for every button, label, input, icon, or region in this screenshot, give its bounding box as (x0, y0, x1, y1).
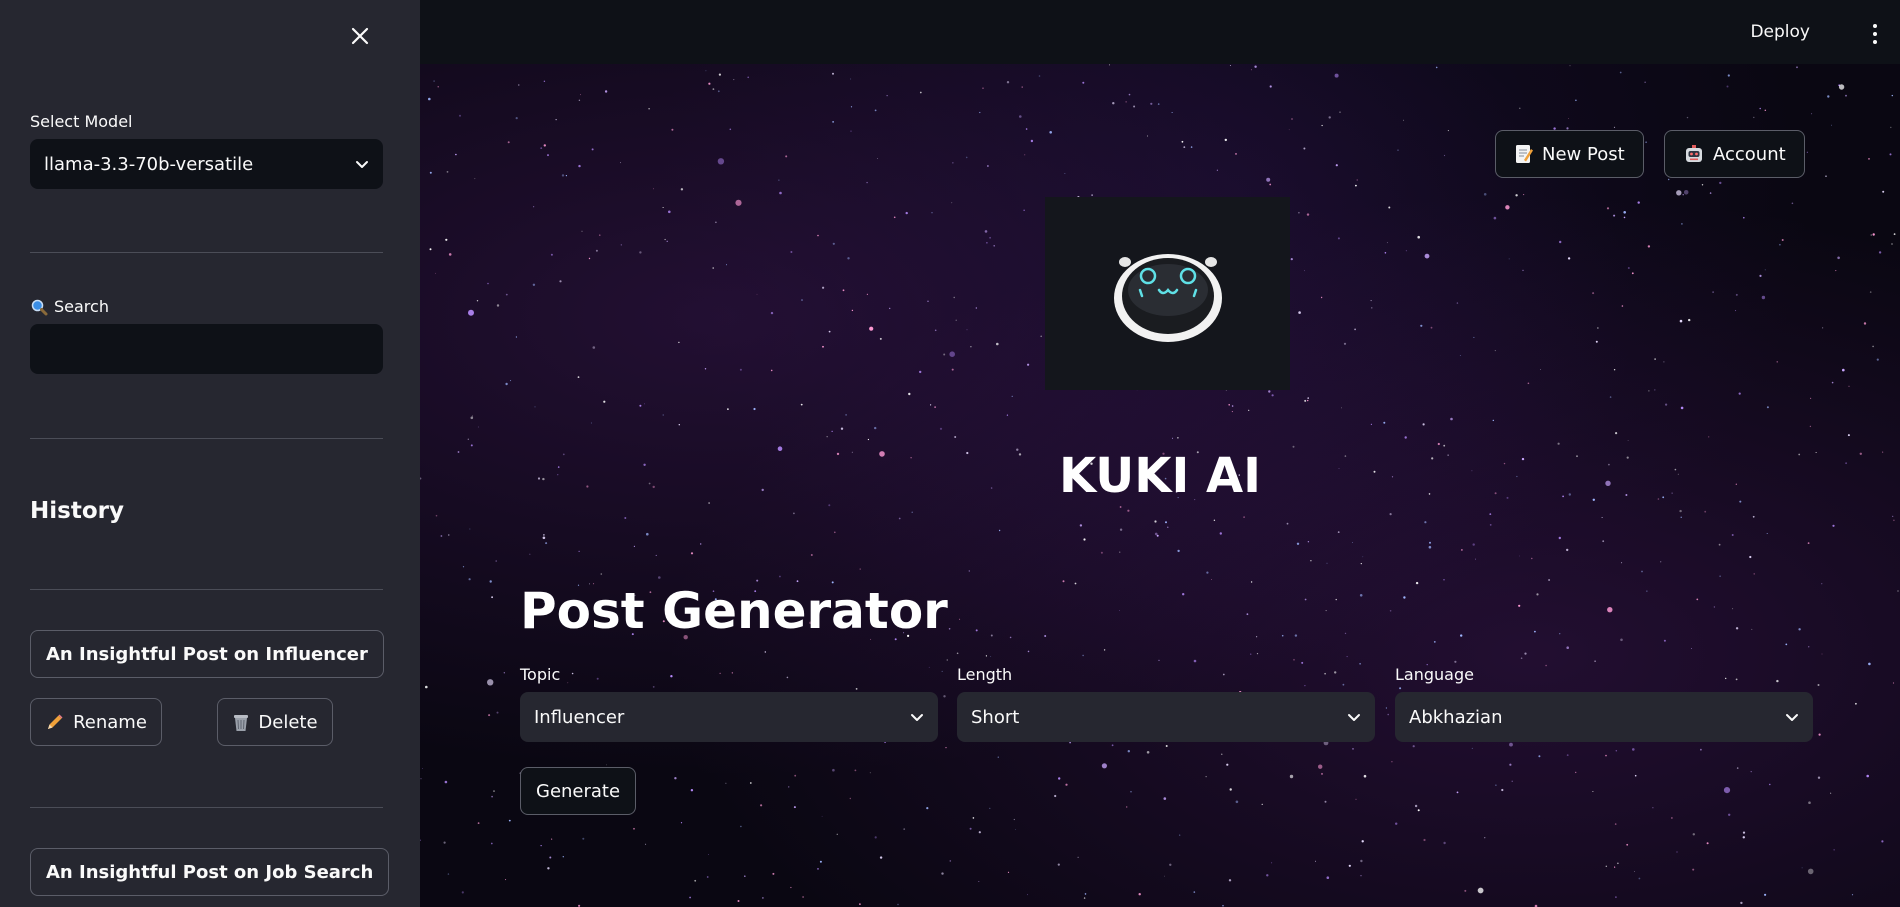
topic-field: Topic Influencer (520, 665, 938, 742)
language-select[interactable]: Abkhazian (1395, 692, 1813, 742)
history-heading: History (30, 498, 124, 524)
sidebar-divider (30, 252, 383, 253)
length-field: Length Short (957, 665, 1375, 742)
app-logo (1045, 197, 1290, 390)
memo-icon (1516, 145, 1533, 163)
chevron-down-icon (1348, 714, 1360, 721)
account-label: Account (1713, 143, 1786, 165)
topic-label: Topic (520, 665, 561, 684)
search-label-text: Search (54, 297, 109, 316)
new-post-button[interactable]: New Post (1495, 130, 1644, 178)
sidebar-divider (30, 438, 383, 439)
model-select[interactable]: llama-3.3-70b-versatile (30, 139, 383, 189)
length-label: Length (957, 665, 1013, 684)
robot-mascot-icon (1113, 253, 1222, 342)
topic-select[interactable]: Influencer (520, 692, 938, 742)
main-content: New Post Account KUKI AI Post Generator … (420, 64, 1900, 907)
chevron-down-icon (1786, 714, 1798, 721)
chevron-down-icon (911, 714, 923, 721)
delete-button[interactable]: Delete (217, 698, 333, 746)
search-label: Search (30, 297, 383, 316)
sidebar: Select Model llama-3.3-70b-versatile Sea… (0, 0, 420, 907)
close-sidebar-button[interactable] (346, 22, 374, 50)
rename-button[interactable]: Rename (30, 698, 162, 746)
new-post-label: New Post (1542, 143, 1625, 165)
history-item-button[interactable]: An Insightful Post on Influencer (30, 630, 384, 678)
chevron-down-icon (356, 161, 368, 168)
close-icon (351, 27, 369, 45)
deploy-button[interactable]: Deploy (1750, 22, 1810, 42)
generate-button[interactable]: Generate (520, 767, 637, 815)
sidebar-divider (30, 589, 383, 590)
history-item-button[interactable]: An Insightful Post on Job Search (30, 848, 390, 896)
sidebar-divider (30, 807, 383, 808)
page-title: Post Generator (520, 582, 948, 640)
length-select-value: Short (971, 706, 1020, 728)
language-field: Language Abkhazian (1395, 665, 1813, 742)
search-input[interactable] (30, 324, 383, 374)
pencil-icon (48, 714, 63, 729)
kebab-menu-icon[interactable] (1870, 24, 1880, 44)
brand-title: KUKI AI (1058, 448, 1262, 504)
history-item-title: An Insightful Post on Job Search (46, 861, 374, 883)
top-header: Deploy (420, 0, 1900, 64)
delete-button-label: Delete (258, 711, 318, 733)
topic-select-value: Influencer (534, 706, 625, 728)
rename-button-label: Rename (73, 711, 147, 733)
language-label: Language (1395, 665, 1474, 684)
magnifier-icon (31, 299, 48, 315)
language-select-value: Abkhazian (1409, 706, 1503, 728)
model-select-value: llama-3.3-70b-versatile (44, 153, 254, 175)
history-item-title: An Insightful Post on Influencer (46, 643, 368, 665)
account-button[interactable]: Account (1664, 130, 1805, 178)
model-select-label: Select Model (30, 112, 133, 131)
robot-icon (1686, 145, 1702, 162)
length-select[interactable]: Short (957, 692, 1375, 742)
wastebasket-icon (234, 715, 249, 731)
